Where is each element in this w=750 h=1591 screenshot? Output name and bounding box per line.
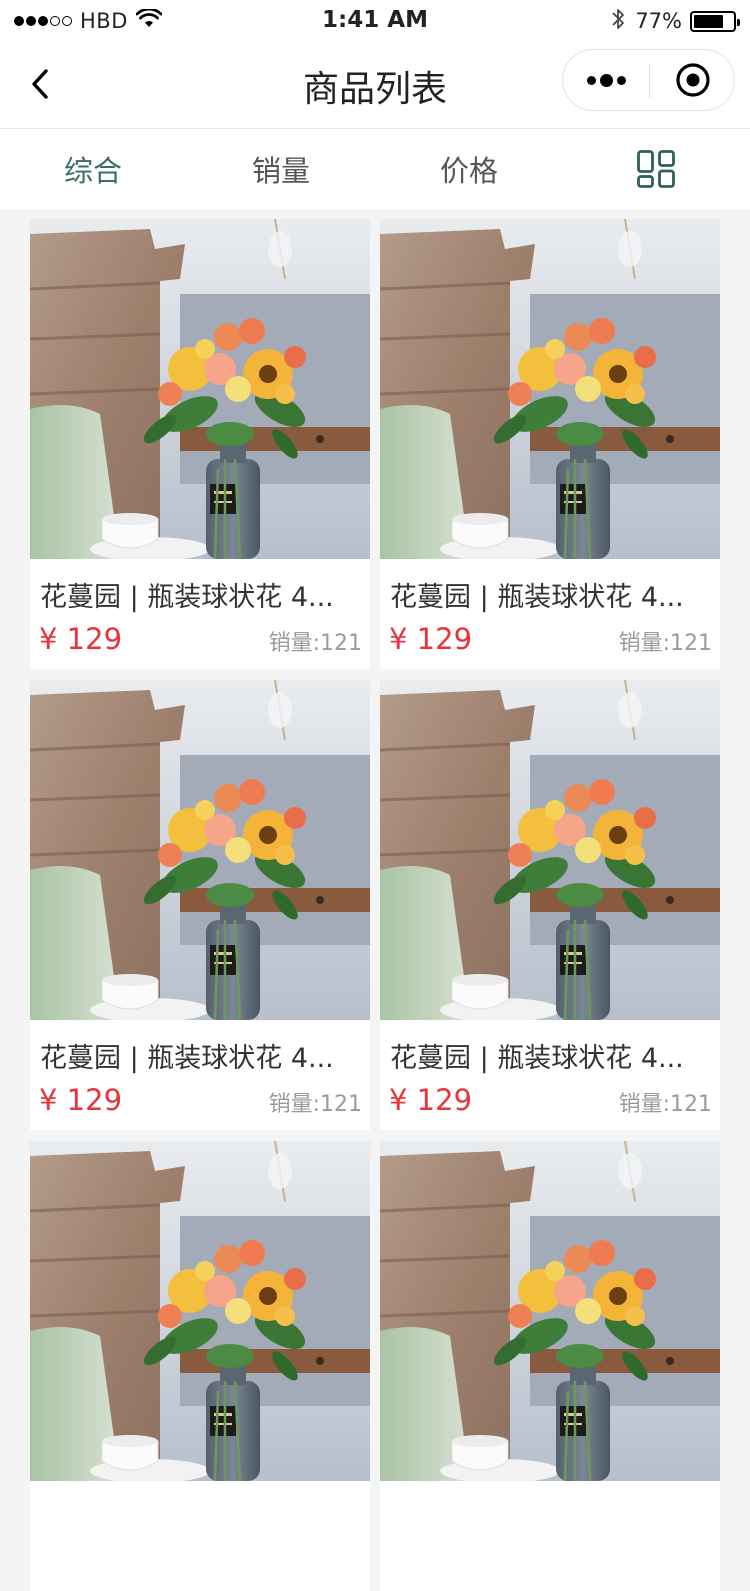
- product-image: [380, 680, 720, 1020]
- product-title: 花蔓园 | 瓶装球状花 4...: [390, 582, 684, 613]
- product-card[interactable]: [30, 1141, 370, 1591]
- product-image: [380, 1141, 720, 1481]
- product-image: [30, 680, 370, 1020]
- grid-layout-icon: [637, 150, 675, 188]
- product-title: 花蔓园 | 瓶装球状花 4...: [40, 582, 334, 613]
- product-card[interactable]: 花蔓园 | 瓶装球状花 4... ¥ 129 销量:121: [380, 680, 720, 1130]
- close-button[interactable]: [650, 50, 736, 110]
- product-title: 花蔓园 | 瓶装球状花 4...: [40, 1043, 334, 1074]
- tab-sales[interactable]: 销量: [206, 129, 356, 209]
- filter-bar: 综合 销量 价格: [0, 129, 750, 209]
- tab-price[interactable]: 价格: [394, 129, 544, 209]
- tab-comprehensive[interactable]: 综合: [18, 129, 168, 209]
- navigation-bar: 商品列表: [0, 42, 750, 129]
- battery-level-fill: [694, 14, 723, 28]
- more-button[interactable]: [563, 50, 649, 110]
- close-target-icon: [676, 63, 710, 97]
- product-card[interactable]: [380, 1141, 720, 1591]
- product-price: ¥ 129: [389, 1083, 473, 1117]
- product-sales: 销量:121: [618, 631, 712, 656]
- product-card[interactable]: 花蔓园 | 瓶装球状花 4... ¥ 129 销量:121: [30, 219, 370, 669]
- product-sales: 销量:121: [268, 631, 362, 656]
- more-dots-icon: [586, 73, 626, 87]
- product-sales: 销量:121: [268, 1092, 362, 1117]
- battery-icon: [690, 10, 740, 32]
- battery-percent: 77%: [635, 9, 682, 33]
- product-price: ¥ 129: [39, 1083, 123, 1117]
- product-card[interactable]: 花蔓园 | 瓶装球状花 4... ¥ 129 销量:121: [380, 219, 720, 669]
- mini-program-capsule: [562, 49, 735, 111]
- product-card[interactable]: 花蔓园 | 瓶装球状花 4... ¥ 129 销量:121: [30, 680, 370, 1130]
- product-image: [30, 219, 370, 559]
- battery-tip: [737, 18, 740, 26]
- product-price: ¥ 129: [39, 622, 123, 656]
- layout-toggle-button[interactable]: [620, 129, 692, 209]
- product-image: [30, 1141, 370, 1481]
- status-bar: HBD 1:41 AM 77%: [0, 0, 750, 42]
- product-price: ¥ 129: [389, 622, 473, 656]
- status-right: 77%: [611, 7, 740, 35]
- bluetooth-icon: [611, 7, 625, 35]
- product-image: [380, 219, 720, 559]
- product-title: 花蔓园 | 瓶装球状花 4...: [390, 1043, 684, 1074]
- product-sales: 销量:121: [618, 1092, 712, 1117]
